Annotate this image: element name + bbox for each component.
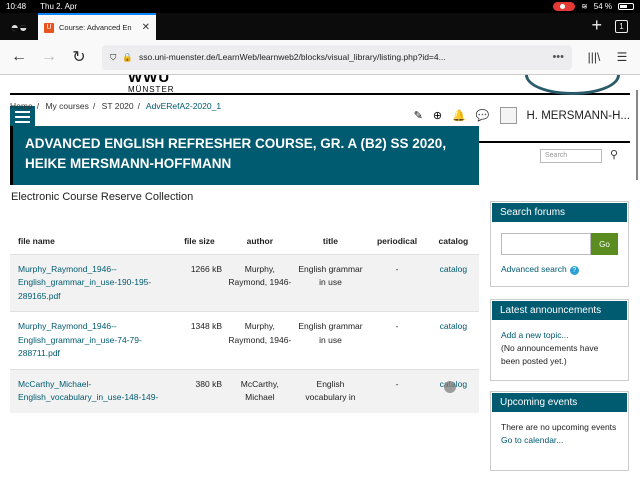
close-tab-icon[interactable]: ✕ [142, 22, 150, 33]
site-header: WWU MÜNSTER [10, 75, 630, 95]
col-file-size[interactable]: file size [174, 214, 225, 254]
events-note: There are no upcoming events [501, 422, 617, 432]
table-header-row: file name file size author title periodi… [10, 214, 479, 254]
file-link[interactable]: Murphy_Raymond_1946--English_grammar_in_… [10, 311, 174, 369]
add-topic-link[interactable]: Add a new topic... [501, 329, 618, 342]
table-row: Murphy_Raymond_1946--English_grammar_in_… [10, 253, 479, 312]
library-icon[interactable]: |||\ [582, 50, 606, 64]
edit-icon[interactable]: ✎ [414, 109, 423, 122]
search-forums-title: Search forums [491, 202, 628, 223]
col-periodical[interactable]: periodical [366, 214, 427, 254]
touch-cursor [444, 381, 456, 393]
messages-icon[interactable]: 💬 [476, 109, 490, 122]
tab-bar: ◓◒ U Course: Advanced En ✕ + 1 [0, 13, 640, 40]
breadcrumb: Home / My courses / ST 2020/ AdvERefA2-202… [10, 101, 222, 111]
menu-icon[interactable]: ☰ [610, 50, 634, 64]
search-forums-block: Search forums Go Advanced search? [490, 201, 629, 287]
breadcrumb-course[interactable]: AdvERefA2-2020_1 [146, 101, 221, 111]
file-link[interactable]: Murphy_Raymond_1946--English_grammar_in_… [10, 253, 174, 312]
avatar[interactable] [499, 107, 517, 124]
battery-percent: 54 % [593, 2, 612, 11]
page-scrollbar[interactable] [636, 90, 638, 180]
calendar-link[interactable]: Go to calendar... [501, 434, 618, 447]
page-actions-icon[interactable]: ••• [552, 51, 564, 63]
browser-toolbar: ← → ↻ ⛉ 🔒 sso.uni-muenster.de/LearnWeb/l… [0, 40, 640, 75]
shield-icon[interactable]: ⛉ [110, 52, 116, 63]
advanced-search-link[interactable]: Advanced search [501, 264, 567, 274]
forward-icon[interactable]: → [36, 48, 62, 66]
muenster-label: MÜNSTER [128, 85, 175, 94]
table-row: Murphy_Raymond_1946--English_grammar_in_… [10, 311, 479, 369]
go-button[interactable]: Go [591, 233, 618, 255]
col-catalog[interactable]: catalog [428, 214, 479, 254]
private-mask-icon[interactable]: ◓◒ [0, 19, 38, 35]
events-title: Upcoming events [491, 392, 628, 413]
file-author: McCarthy, Michael [225, 368, 295, 413]
screen-record-icon [553, 2, 576, 11]
lock-icon: 🔒 [122, 51, 133, 62]
table-row: McCarthy_Michael-English_vocabulary_in_u… [10, 368, 479, 413]
file-title: English grammar in use [294, 311, 367, 369]
announcements-block: Latest announcements Add a new topic... … [490, 299, 629, 381]
events-block: Upcoming events There are no upcoming ev… [490, 391, 629, 471]
file-periodical: - [366, 368, 428, 413]
file-author: Murphy, Raymond, 1946- [225, 311, 295, 369]
col-author[interactable]: author [225, 214, 295, 254]
favicon-icon: U [44, 22, 54, 33]
tab-count-icon[interactable]: 1 [615, 20, 628, 33]
file-table: file name file size author title periodi… [10, 214, 479, 413]
forum-search-input[interactable] [501, 233, 591, 255]
status-date: Thu 2. Apr [40, 2, 78, 11]
search-icon[interactable]: ⚲ [610, 148, 618, 161]
tab-title: Course: Advanced En [59, 23, 132, 32]
announcements-title: Latest announcements [491, 300, 628, 321]
breadcrumb-home[interactable]: Home [10, 101, 33, 111]
breadcrumb-term[interactable]: ST 2020 [102, 101, 134, 111]
wifi-icon: ≋ [581, 2, 588, 11]
reload-icon[interactable]: ↻ [66, 47, 92, 67]
breadcrumb-my-courses[interactable]: My courses [45, 101, 88, 111]
user-menu[interactable]: H. MERSMANN-H... [527, 110, 631, 122]
new-tab-icon[interactable]: + [591, 15, 602, 36]
col-file-name[interactable]: file name [10, 214, 174, 254]
notifications-bell-icon[interactable]: 🔔 [452, 109, 466, 122]
file-size: 1348 kB [173, 311, 226, 369]
file-title: English grammar in use [294, 253, 367, 312]
learnweb-logo [525, 75, 620, 95]
battery-icon [618, 3, 634, 10]
catalog-link[interactable]: catalog [427, 311, 479, 369]
catalog-link[interactable]: catalog [427, 253, 479, 312]
file-periodical: - [366, 311, 428, 369]
file-link[interactable]: McCarthy_Michael-English_vocabulary_in_u… [10, 368, 174, 413]
search-input[interactable]: Search [540, 149, 602, 163]
tab-course[interactable]: U Course: Advanced En ✕ [38, 13, 156, 40]
announcements-note: (No announcements have been posted yet.) [501, 343, 599, 366]
file-title: English vocabulary in [294, 368, 367, 413]
file-size: 380 kB [173, 368, 226, 413]
status-bar: 10:48 Thu 2. Apr ≋ 54 % [0, 0, 640, 13]
file-author: Murphy, Raymond, 1946- [225, 253, 295, 312]
url-bar[interactable]: ⛉ 🔒 sso.uni-muenster.de/LearnWeb/learnwe… [102, 44, 572, 70]
file-periodical: - [366, 253, 428, 312]
status-time: 10:48 [6, 2, 27, 11]
download-icon[interactable]: ⊕ [433, 109, 442, 122]
file-size: 1266 kB [173, 253, 226, 312]
col-title[interactable]: title [295, 214, 367, 254]
url-text[interactable]: sso.uni-muenster.de/LearnWeb/learnweb2/b… [139, 52, 546, 62]
section-title: Electronic Course Reserve Collection [11, 191, 194, 203]
back-icon[interactable]: ← [6, 48, 32, 66]
course-title: ADVANCED ENGLISH REFRESHER COURSE, GR. A… [10, 126, 479, 185]
help-icon[interactable]: ? [569, 266, 579, 275]
